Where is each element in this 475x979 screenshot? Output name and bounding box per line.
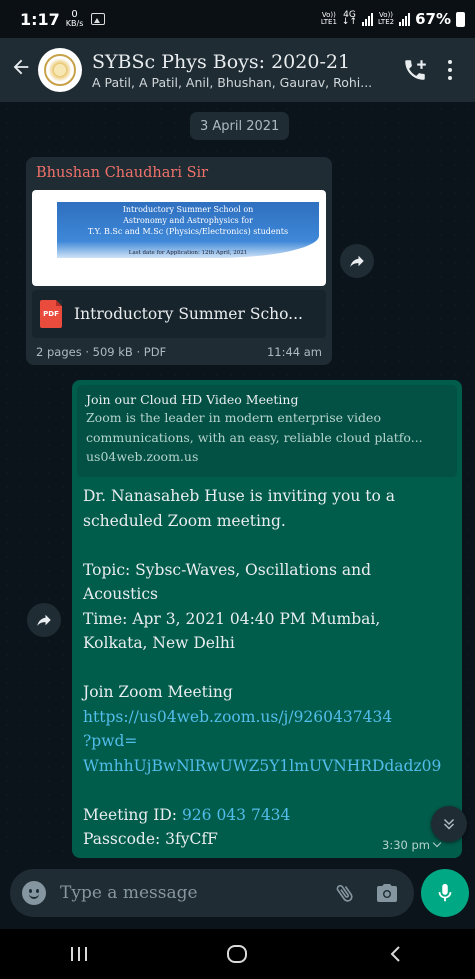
document-banner-text: Introductory Summer School on Astronomy …: [57, 204, 319, 237]
double-chevron-down-icon: [443, 818, 455, 830]
add-call-button[interactable]: [395, 50, 435, 90]
chat-messages[interactable]: 3 April 2021 Bhushan Chaudhari Sir Intro…: [0, 102, 475, 859]
gallery-notification-icon: [91, 13, 106, 25]
status-time: 1:17: [20, 9, 60, 29]
message-time-row: 3:30 pm: [382, 838, 442, 852]
message-line: [83, 656, 453, 681]
message-line: Acoustics: [83, 585, 158, 603]
sim2-lte: LTE2: [378, 18, 395, 26]
document-file-row[interactable]: PDF Introductory Summer Scho...: [32, 290, 326, 338]
preview-deadline: Last date for Application: 12th April, 2…: [128, 250, 248, 256]
sim1-label: Vo)) LTE1: [321, 12, 337, 26]
sim2-label: Vo)) LTE2: [378, 12, 394, 26]
system-nav-bar: [0, 929, 475, 979]
message-time: 3:30 pm: [382, 838, 430, 852]
recent-apps-button[interactable]: [49, 934, 109, 974]
link-preview[interactable]: Join our Cloud HD Video Meeting Zoom is …: [77, 385, 457, 477]
network-speed: 0 KB/s: [66, 10, 84, 28]
network-type: 4G ↓↑: [341, 11, 357, 27]
message-line: Join Zoom Meeting: [83, 683, 233, 701]
chat-title: SYBSc Phys Boys: 2020-21: [92, 50, 351, 73]
message-line: scheduled Zoom meeting.: [83, 511, 286, 530]
forward-button[interactable]: [27, 603, 61, 637]
outgoing-zoom-message[interactable]: Join our Cloud HD Video Meeting Zoom is …: [72, 380, 462, 858]
back-button[interactable]: [366, 934, 426, 974]
data-arrows-icon: ↓↑: [341, 17, 357, 27]
chat-info[interactable]: SYBSc Phys Boys: 2020-21 A Patil, A Pati…: [92, 51, 395, 90]
more-options-icon[interactable]: [435, 50, 465, 90]
sender-name[interactable]: Bhushan Chaudhari Sir: [36, 165, 208, 181]
zoom-link-line[interactable]: WmhhUjBwNlRwUWZ5Y1lmUVNHRDdadz09: [83, 754, 453, 779]
link-preview-domain: us04web.zoom.us: [86, 449, 199, 464]
zoom-link-line[interactable]: https://us04web.zoom.us/j/9260437434: [83, 705, 453, 730]
link-preview-desc-1: Zoom is the leader in modern enterprise …: [86, 410, 381, 425]
meeting-id-link[interactable]: 926 043 7434: [182, 806, 290, 824]
sim2-signal-icon: [399, 12, 411, 26]
microphone-icon: [438, 883, 452, 902]
message-input[interactable]: [60, 883, 330, 903]
message-line: Time: Apr 3, 2021 04:40 PM Mumbai,: [83, 609, 381, 628]
network-speed-unit: KB/s: [65, 19, 84, 28]
home-icon: [227, 945, 248, 963]
back-chevron-icon: [390, 946, 400, 962]
meeting-id-label: Meeting ID:: [83, 805, 182, 824]
emoji-icon[interactable]: [22, 881, 46, 905]
forward-icon: [37, 614, 51, 626]
preview-line-3: T.Y. B.Sc and M.Sc (Physics/Electronics)…: [87, 227, 289, 236]
voice-message-button[interactable]: [421, 869, 469, 917]
attach-icon[interactable]: [330, 878, 360, 908]
link-preview-title: Join our Cloud HD Video Meeting: [86, 392, 299, 407]
document-name: Introductory Summer Scho...: [74, 305, 303, 323]
forward-button[interactable]: [340, 244, 374, 278]
zoom-link-line[interactable]: ?pwd=: [83, 729, 453, 754]
message-line: Kolkata, New Delhi: [83, 634, 235, 652]
message-body: Dr. Nanasaheb Huse is inviting you to a …: [83, 484, 453, 852]
message-line: Topic: Sybsc-Waves, Oscillations and: [83, 560, 372, 579]
chat-header: SYBSc Phys Boys: 2020-21 A Patil, A Pati…: [0, 38, 475, 102]
message-line: Dr. Nanasaheb Huse is inviting you to a: [83, 487, 396, 505]
recent-apps-icon: [71, 947, 88, 961]
home-button[interactable]: [207, 934, 267, 974]
meeting-id-line: Meeting ID: 926 043 7434: [83, 803, 453, 828]
status-bar: 1:17 0 KB/s Vo)) LTE1 4G ↓↑ Vo)) LTE2 67…: [0, 0, 475, 38]
sim1-lte: LTE1: [320, 18, 337, 26]
battery-percent: 67%: [415, 10, 451, 28]
group-avatar[interactable]: [38, 48, 82, 92]
document-meta: 2 pages · 509 kB · PDF: [36, 345, 167, 359]
back-arrow-icon[interactable]: [8, 55, 34, 85]
link-preview-desc-2: communications, with an easy, reliable c…: [86, 430, 423, 445]
message-composer: [0, 859, 475, 929]
scroll-to-bottom-button[interactable]: [431, 806, 467, 842]
incoming-document-message[interactable]: Bhushan Chaudhari Sir Introductory Summe…: [26, 157, 332, 365]
message-line-blank: [83, 778, 453, 803]
forward-icon: [350, 255, 364, 267]
message-line: [83, 533, 453, 558]
preview-line-2: Astronomy and Astrophysics for: [123, 216, 253, 225]
battery-icon: [456, 11, 465, 27]
status-indicators: Vo)) LTE1 4G ↓↑ Vo)) LTE2 67%: [321, 10, 465, 28]
camera-icon[interactable]: [372, 878, 402, 908]
pdf-icon: PDF: [40, 300, 62, 328]
phone-add-icon: [405, 60, 426, 80]
message-time: 11:44 am: [266, 345, 322, 359]
date-chip: 3 April 2021: [190, 112, 290, 140]
chat-participants: A Patil, A Patil, Anil, Bhushan, Gaurav,…: [92, 74, 373, 90]
group-logo-icon: [44, 54, 76, 86]
sim1-signal-icon: [362, 12, 373, 26]
document-thumbnail[interactable]: Introductory Summer School on Astronomy …: [32, 190, 326, 286]
preview-line-1: Introductory Summer School on: [122, 205, 254, 214]
message-input-box: [10, 869, 414, 917]
